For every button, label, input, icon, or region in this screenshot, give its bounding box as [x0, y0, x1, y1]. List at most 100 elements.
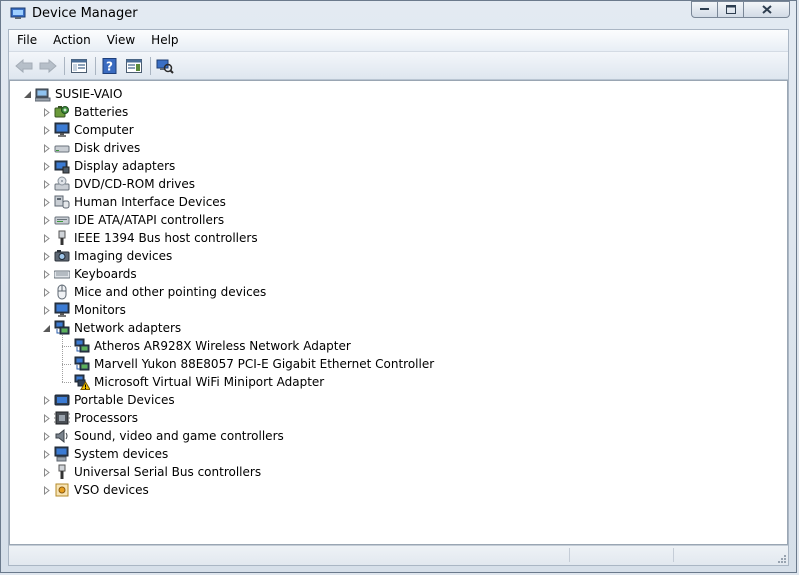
close-button[interactable]: [744, 1, 790, 18]
tree-item-label: Batteries: [74, 105, 129, 119]
expand-arrow-icon[interactable]: [42, 251, 51, 261]
close-icon: [761, 5, 772, 14]
tree-category[interactable]: Portable Devices: [42, 391, 175, 409]
forward-button[interactable]: [37, 56, 59, 76]
caption-buttons: [691, 1, 790, 19]
monitor-icon: [54, 302, 70, 318]
status-bar-separator: [673, 548, 674, 562]
menu-action[interactable]: Action: [45, 30, 99, 51]
tree-category[interactable]: Display adapters: [42, 157, 175, 175]
expand-arrow-icon[interactable]: [42, 233, 51, 243]
tree-item-label: Disk drives: [74, 141, 141, 155]
expand-arrow-icon[interactable]: [42, 287, 51, 297]
computer-icon: [34, 86, 51, 102]
hid-icon: [54, 194, 70, 210]
expand-arrow-icon[interactable]: [42, 107, 51, 117]
menu-file[interactable]: File: [9, 30, 45, 51]
tree-device[interactable]: Atheros AR928X Wireless Network Adapter: [74, 337, 351, 355]
resize-grip-icon[interactable]: [776, 553, 786, 563]
collapse-arrow-icon[interactable]: [42, 324, 51, 333]
device-manager-app-icon: [10, 7, 26, 19]
tree-category[interactable]: System devices: [42, 445, 168, 463]
dvd-drive-icon: [54, 176, 70, 192]
tree-item-label: Network adapters: [74, 321, 182, 335]
scan-hardware-icon: [156, 59, 174, 74]
expand-arrow-icon[interactable]: [42, 269, 51, 279]
tree-item-label: Atheros AR928X Wireless Network Adapter: [94, 339, 351, 353]
expand-arrow-icon[interactable]: [42, 179, 51, 189]
display-adapter-icon: [54, 158, 70, 174]
network-adapter-warning-icon: [74, 374, 91, 390]
tree-item-label: IEEE 1394 Bus host controllers: [74, 231, 258, 245]
tree-item-label: DVD/CD-ROM drives: [74, 177, 196, 191]
tree-category[interactable]: IEEE 1394 Bus host controllers: [42, 229, 258, 247]
tree-category[interactable]: Monitors: [42, 301, 126, 319]
tree-category[interactable]: Computer: [42, 121, 134, 139]
tree-item-label: IDE ATA/ATAPI controllers: [74, 213, 225, 227]
tree-category[interactable]: Disk drives: [42, 139, 140, 157]
tree-category[interactable]: Sound, video and game controllers: [42, 427, 284, 445]
keyboard-icon: [53, 266, 71, 282]
expand-arrow-icon[interactable]: [42, 431, 51, 441]
expand-arrow-icon[interactable]: [42, 143, 51, 153]
expand-arrow-icon[interactable]: [42, 449, 51, 459]
tree-category[interactable]: Batteries: [42, 103, 128, 121]
tree-category[interactable]: Processors: [42, 409, 138, 427]
expand-arrow-icon[interactable]: [42, 161, 51, 171]
tree-category[interactable]: DVD/CD-ROM drives: [42, 175, 195, 193]
menu-bar: File Action View Help: [9, 30, 788, 52]
firewire-icon: [54, 230, 70, 246]
help-icon: ?: [102, 57, 117, 74]
help-button[interactable]: ?: [99, 56, 121, 76]
toolbar-separator: [150, 56, 151, 75]
tree-category[interactable]: Universal Serial Bus controllers: [42, 463, 261, 481]
expand-arrow-icon[interactable]: [42, 395, 51, 405]
toolbar: ?: [9, 52, 788, 80]
show-hide-console-tree-button[interactable]: [68, 56, 90, 76]
minimize-button[interactable]: [691, 1, 718, 18]
tree-item-label: Display adapters: [74, 159, 176, 173]
tree-category[interactable]: IDE ATA/ATAPI controllers: [42, 211, 224, 229]
collapse-arrow-icon[interactable]: [23, 90, 32, 99]
tree-category[interactable]: Mice and other pointing devices: [42, 283, 266, 301]
show-action-pane-button[interactable]: [123, 56, 145, 76]
tree-category[interactable]: Network adapters: [42, 319, 181, 337]
expand-arrow-icon[interactable]: [42, 485, 51, 495]
properties-icon: [126, 58, 142, 73]
tree-item-label: Portable Devices: [74, 393, 175, 407]
tree-category[interactable]: VSO devices: [42, 481, 149, 499]
expand-arrow-icon[interactable]: [42, 125, 51, 135]
network-adapter-icon: [74, 356, 90, 372]
tree-item-label: VSO devices: [74, 483, 149, 497]
tree-category[interactable]: Imaging devices: [42, 247, 172, 265]
minimize-icon: [700, 8, 709, 10]
tree-category[interactable]: Keyboards: [42, 265, 137, 283]
tree-root-computer[interactable]: SUSIE-VAIO: [23, 85, 122, 103]
tree-device[interactable]: Marvell Yukon 88E8057 PCI-E Gigabit Ethe…: [74, 355, 434, 373]
window-title: Device Manager: [32, 6, 138, 21]
tree-category[interactable]: Human Interface Devices: [42, 193, 226, 211]
expand-arrow-icon[interactable]: [42, 197, 51, 207]
expand-arrow-icon[interactable]: [42, 467, 51, 477]
scan-hardware-button[interactable]: [154, 56, 176, 76]
maximize-button[interactable]: [718, 1, 744, 18]
title-bar[interactable]: Device Manager: [1, 1, 796, 27]
system-device-icon: [54, 446, 70, 462]
menu-help[interactable]: Help: [143, 30, 186, 51]
tree-item-label: SUSIE-VAIO: [55, 87, 123, 101]
tree-item-label: Microsoft Virtual WiFi Miniport Adapter: [94, 375, 325, 389]
menu-view[interactable]: View: [99, 30, 143, 51]
tree-device[interactable]: Microsoft Virtual WiFi Miniport Adapter: [74, 373, 324, 391]
back-button[interactable]: [13, 56, 35, 76]
svg-text:?: ?: [106, 59, 113, 73]
expand-arrow-icon[interactable]: [42, 413, 51, 423]
device-tree[interactable]: SUSIE-VAIO Batteries Computer Disk drives Di…: [9, 80, 788, 545]
battery-icon: [54, 104, 70, 120]
mouse-icon: [54, 284, 70, 300]
ide-controller-icon: [54, 212, 70, 228]
toolbar-separator: [95, 56, 96, 75]
camera-icon: [54, 248, 70, 264]
tree-item-label: Monitors: [74, 303, 126, 317]
expand-arrow-icon[interactable]: [42, 305, 51, 315]
expand-arrow-icon[interactable]: [42, 215, 51, 225]
